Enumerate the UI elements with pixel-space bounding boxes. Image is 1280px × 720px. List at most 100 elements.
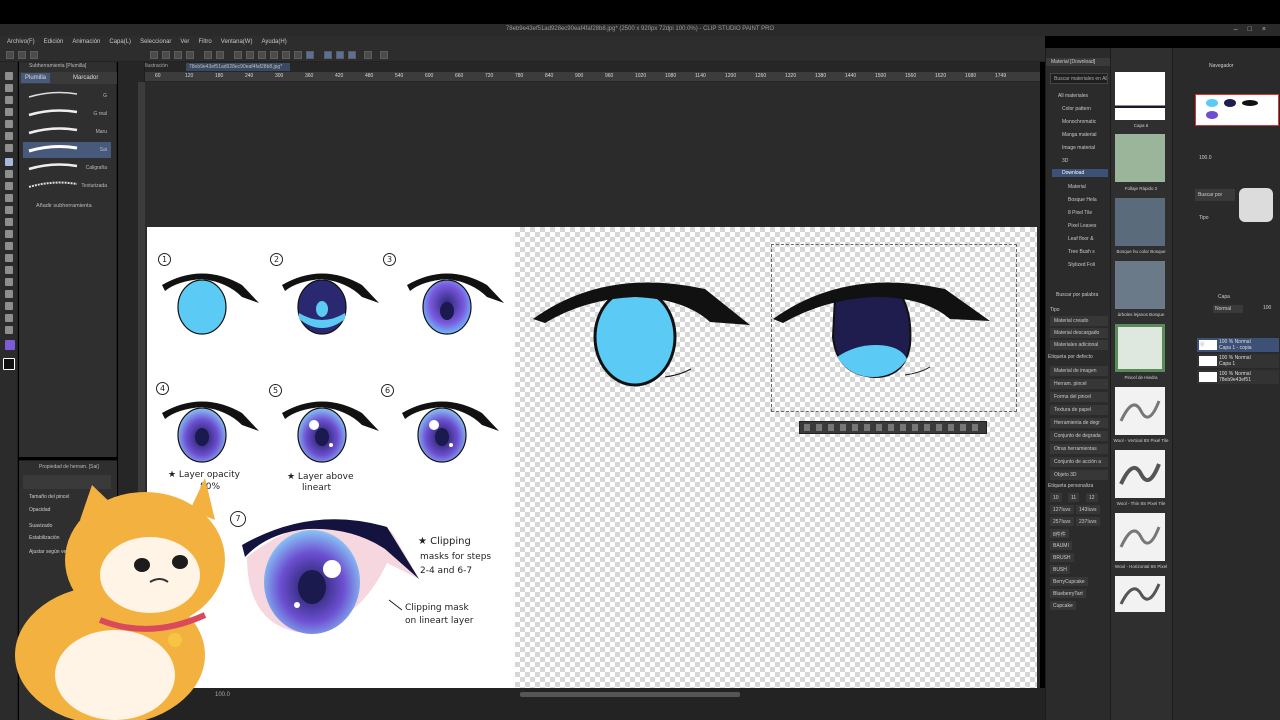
- copy-icon[interactable]: [174, 51, 182, 59]
- material-thumb[interactable]: [1115, 72, 1165, 120]
- custom-tag[interactable]: 10: [1050, 493, 1062, 502]
- tag-item[interactable]: Textura de papel: [1050, 405, 1108, 415]
- operation-tool-icon[interactable]: [5, 108, 13, 116]
- layer-row[interactable]: 100 % Normal Capa 1 - copia: [1197, 338, 1279, 352]
- transform-icon[interactable]: [234, 51, 242, 59]
- tree-item[interactable]: 3D: [1062, 158, 1068, 164]
- tree-item[interactable]: Tree Bush s: [1068, 249, 1095, 255]
- zoom-field[interactable]: 100.0: [1199, 155, 1212, 161]
- selection-tool-icon[interactable]: [5, 120, 13, 128]
- material-thumb[interactable]: [1115, 387, 1165, 435]
- paste-icon[interactable]: [186, 51, 194, 59]
- deselect-icon[interactable]: [246, 51, 254, 59]
- custom-tag[interactable]: 127Iuvs: [1050, 505, 1074, 514]
- color-swap-icon[interactable]: [3, 358, 15, 370]
- pen-tool-icon[interactable]: [5, 158, 13, 166]
- custom-tag[interactable]: 143Iuvs: [1076, 505, 1100, 514]
- brush-item-texturizada[interactable]: Texturizada: [23, 178, 111, 194]
- tree-item-download[interactable]: Download: [1052, 169, 1108, 177]
- tree-item[interactable]: Image material: [1062, 145, 1095, 151]
- file-tab[interactable]: 78eb9e43ef51ad928ec90eaf4faf28b8.jpg*: [186, 63, 290, 71]
- selection-marquee[interactable]: [771, 244, 1017, 412]
- pencil-tool-icon[interactable]: [5, 170, 13, 178]
- snap-grid-icon[interactable]: [336, 51, 344, 59]
- tree-item[interactable]: Manga material: [1062, 132, 1096, 138]
- invert-selection-icon[interactable]: [258, 51, 266, 59]
- menu-filtro[interactable]: Filtro: [198, 39, 211, 45]
- balloon-icon[interactable]: [5, 314, 13, 322]
- menu-ayuda[interactable]: Ayuda(H): [261, 39, 286, 45]
- search-by-word-label[interactable]: Buscar por palabra: [1056, 292, 1098, 298]
- tag-material-creado[interactable]: Material creado: [1050, 316, 1108, 326]
- selection-launcher[interactable]: [799, 421, 987, 434]
- menu-capa[interactable]: Capa(L): [109, 39, 131, 45]
- tab-marcador[interactable]: Marcador: [69, 73, 102, 83]
- tree-item[interactable]: 8 Pixel Tile: [1068, 210, 1092, 216]
- eyedropper-icon[interactable]: [5, 144, 13, 152]
- horizontal-scrollbar[interactable]: [520, 692, 740, 697]
- move-tool-icon[interactable]: [5, 96, 13, 104]
- ruler-icon[interactable]: [5, 290, 13, 298]
- tree-item[interactable]: Material: [1068, 184, 1086, 190]
- material-thumb[interactable]: [1115, 134, 1165, 182]
- custom-tag[interactable]: Cupcake: [1050, 601, 1076, 610]
- auto-select-icon[interactable]: [5, 132, 13, 140]
- navigator-preview[interactable]: [1195, 94, 1279, 126]
- tree-item[interactable]: Leaf floor &: [1068, 236, 1094, 242]
- text-tool-icon[interactable]: [5, 302, 13, 310]
- blend-icon[interactable]: [5, 230, 13, 238]
- tag-item[interactable]: Herram. pincel: [1050, 379, 1108, 389]
- fill-tool-icon[interactable]: [5, 242, 13, 250]
- navigator-tab[interactable]: Navegador: [1209, 63, 1233, 69]
- tag-item[interactable]: Objeto 3D: [1050, 470, 1108, 480]
- redo-icon[interactable]: [216, 51, 224, 59]
- brush-item-g[interactable]: G: [23, 88, 111, 104]
- decoration-icon[interactable]: [5, 206, 13, 214]
- menu-seleccionar[interactable]: Seleccionar: [140, 39, 171, 45]
- layer-row[interactable]: 100 % Normal 78eb9e43ef51: [1197, 370, 1279, 384]
- material-thumb[interactable]: [1115, 324, 1165, 372]
- layer-opacity-field[interactable]: 100: [1263, 305, 1271, 311]
- custom-tag[interactable]: BUSH: [1050, 565, 1070, 574]
- brush-tool-icon[interactable]: [5, 182, 13, 190]
- subview-search[interactable]: Buscar por: [1195, 189, 1235, 201]
- fill-icon[interactable]: [270, 51, 278, 59]
- menu-ventana[interactable]: Ventana(W): [221, 39, 253, 45]
- minimize-icon[interactable]: –: [1234, 26, 1248, 33]
- tag-item[interactable]: Herramienta de degr: [1050, 418, 1108, 428]
- snap-special-icon[interactable]: [348, 51, 356, 59]
- custom-tag[interactable]: BAUMI: [1050, 541, 1072, 550]
- tag-material-descargado[interactable]: Material descargado: [1050, 328, 1108, 338]
- frame-icon[interactable]: [5, 278, 13, 286]
- tree-item[interactable]: Monochromatic: [1062, 119, 1096, 125]
- menu-edicion[interactable]: Edición: [44, 39, 64, 45]
- tab-plumilla[interactable]: Plumilla: [21, 73, 51, 83]
- blend-mode-select[interactable]: Normal: [1213, 305, 1243, 313]
- help-icon[interactable]: [380, 51, 388, 59]
- airbrush-icon[interactable]: [5, 194, 13, 202]
- custom-tag[interactable]: BlueberryTart: [1050, 589, 1086, 598]
- eye-visibility-icon[interactable]: ◉: [1199, 340, 1205, 348]
- tag-materiales-adicional[interactable]: Materiales adicional: [1050, 340, 1108, 350]
- tree-item[interactable]: Stylized Foli: [1068, 262, 1095, 268]
- tree-item[interactable]: Bosque Hela: [1068, 197, 1097, 203]
- tree-item[interactable]: All materiales: [1058, 93, 1088, 99]
- save-icon[interactable]: [30, 51, 38, 59]
- eraser-icon[interactable]: [5, 218, 13, 226]
- undo-icon[interactable]: [204, 51, 212, 59]
- gradient-icon[interactable]: [5, 254, 13, 262]
- brush-item-maru[interactable]: Maru: [23, 124, 111, 140]
- maximize-icon[interactable]: □: [1248, 26, 1262, 33]
- selection-launcher-icon[interactable]: [294, 51, 302, 59]
- menu-archivo[interactable]: Archivo(F): [7, 39, 35, 45]
- menu-ver[interactable]: Ver: [180, 39, 189, 45]
- launcher-icons[interactable]: [804, 424, 982, 431]
- hand-tool-icon[interactable]: [5, 84, 13, 92]
- main-color-swatch[interactable]: [5, 340, 15, 350]
- material-thumb[interactable]: [1115, 198, 1165, 246]
- open-file-icon[interactable]: [18, 51, 26, 59]
- custom-tag[interactable]: 257Iuvs: [1050, 517, 1074, 526]
- material-thumb[interactable]: [1115, 450, 1165, 498]
- tag-item[interactable]: Otras herramientas: [1050, 444, 1108, 454]
- custom-tag[interactable]: 237Iuvs: [1076, 517, 1100, 526]
